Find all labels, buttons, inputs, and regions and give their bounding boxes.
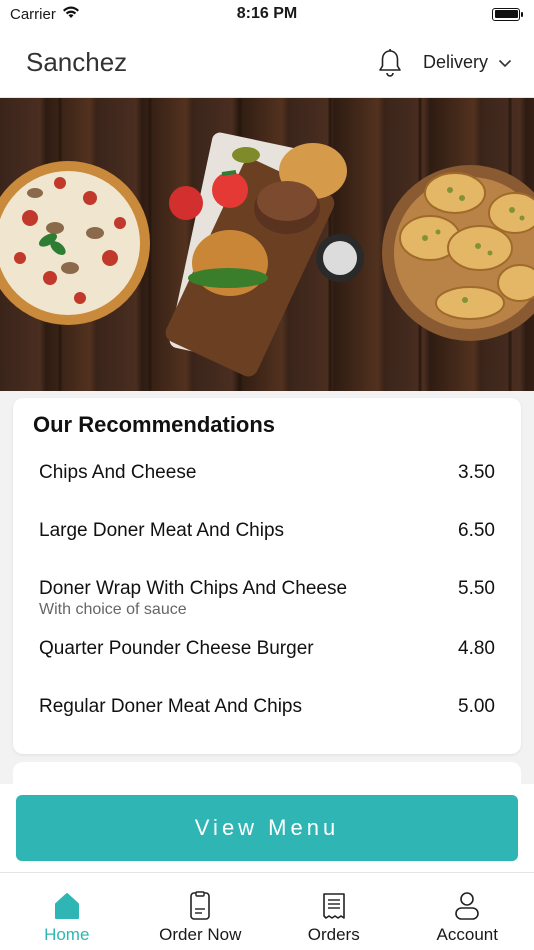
app-header: Sanchez Delivery <box>0 28 534 98</box>
item-price: 5.50 <box>458 578 495 599</box>
food-banner-illustration <box>0 98 534 391</box>
view-menu-bar: View Menu <box>0 784 534 872</box>
recommendations-card: Our Recommendations Chips And Cheese 3.5… <box>13 398 521 754</box>
item-name: Chips And Cheese <box>39 462 197 483</box>
tab-order-now[interactable]: Order Now <box>134 873 268 950</box>
carrier-label: Carrier <box>10 5 56 23</box>
item-name: Doner Wrap With Chips And Cheese <box>39 578 348 599</box>
recommendation-item[interactable]: Regular Doner Meat And Chips 5.00 <box>33 696 495 718</box>
item-name: Quarter Pounder Cheese Burger <box>39 638 314 659</box>
header-actions: Delivery <box>375 46 512 80</box>
tab-label: Order Now <box>159 925 242 944</box>
view-menu-button[interactable]: View Menu <box>16 795 518 861</box>
item-name: Regular Doner Meat And Chips <box>39 696 302 717</box>
status-bar: Carrier 8:16 PM <box>0 0 534 28</box>
item-price: 4.80 <box>458 638 495 659</box>
hero-banner-image <box>0 98 534 391</box>
tab-orders[interactable]: Orders <box>267 873 401 950</box>
wifi-icon <box>62 6 80 23</box>
receipt-icon <box>322 891 346 921</box>
order-mode-dropdown[interactable]: Delivery <box>423 52 512 73</box>
item-description: With choice of sauce <box>39 601 187 618</box>
item-name: Large Doner Meat And Chips <box>39 520 285 541</box>
item-price: 6.50 <box>458 520 495 541</box>
status-time: 8:16 PM <box>236 5 298 22</box>
recommendation-item[interactable]: Doner Wrap With Chips And Cheese With ch… <box>33 578 495 620</box>
bell-icon[interactable] <box>375 46 405 80</box>
bottom-tab-bar: Home Order Now Orders Account <box>0 872 534 950</box>
pizza <box>0 161 150 325</box>
tab-home[interactable]: Home <box>0 873 134 950</box>
battery-icon <box>492 7 523 21</box>
tab-label: Account <box>436 925 498 944</box>
tab-label: Orders <box>307 925 360 944</box>
tab-account[interactable]: Account <box>401 873 534 950</box>
chevron-down-icon <box>498 52 512 73</box>
order-now-icon <box>189 891 211 921</box>
recommendations-title: Our Recommendations <box>33 412 276 437</box>
item-price: 3.50 <box>458 462 495 483</box>
account-icon <box>454 891 480 921</box>
order-mode-label: Delivery <box>422 52 488 72</box>
item-price: 5.00 <box>458 696 495 717</box>
recommendation-item[interactable]: Large Doner Meat And Chips 6.50 <box>33 520 495 542</box>
recommendation-item[interactable]: Chips And Cheese 3.50 <box>33 462 495 484</box>
recommendation-item[interactable]: Quarter Pounder Cheese Burger 4.80 <box>33 638 495 660</box>
home-icon <box>53 891 81 921</box>
carrier-group: Carrier <box>10 6 80 23</box>
store-name: Sanchez <box>26 47 128 77</box>
tab-label: Home <box>44 925 90 944</box>
